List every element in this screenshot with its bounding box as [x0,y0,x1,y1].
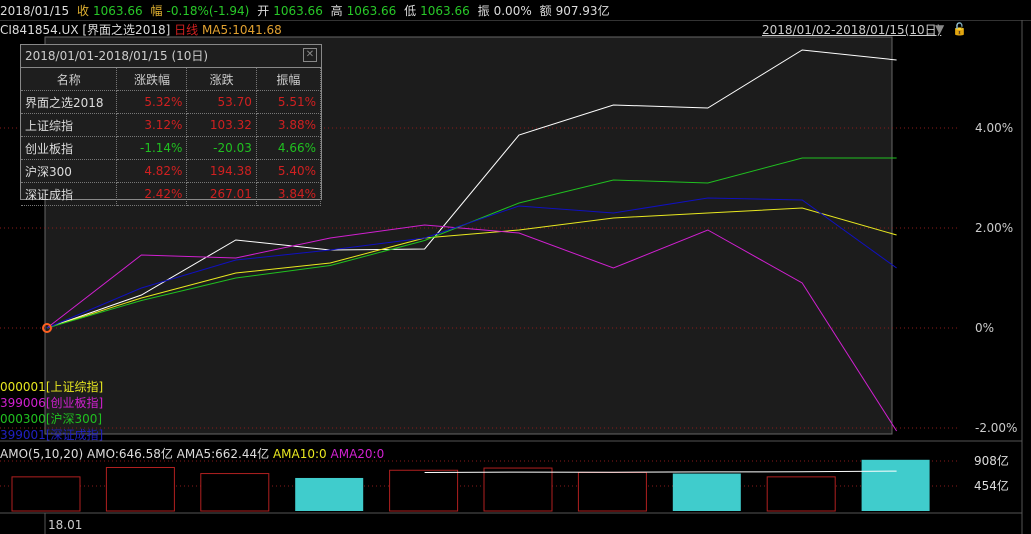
table-cell: 53.70 [186,90,257,114]
volume-bar [11,476,81,512]
table-cell: 3.88% [256,113,322,137]
column-header[interactable]: 涨跌 [186,68,257,91]
volume-tick-label: 908亿 [974,453,1009,468]
y-tick-label: 0% [975,321,994,335]
table-cell: 3.84% [256,182,322,206]
legend-item[interactable]: 000001[上证综指] [0,378,103,395]
row-name: 创业板指 [21,136,118,160]
volume-bar [483,467,553,512]
legend-code: 000300 [0,412,46,426]
table-cell: 4.82% [116,159,188,183]
table-row[interactable]: 界面之选2018 5.32% 53.70 5.51% [21,90,322,114]
legend-item[interactable]: 399006[创业板指] [0,394,103,411]
table-cell: 5.51% [256,90,322,114]
ama5-value: AMA5:662.44亿 [176,447,270,461]
amo-value: AMO:646.58亿 [87,447,173,461]
x-axis-label: 18.01 [48,518,83,532]
table-cell: 3.12% [116,113,188,137]
ama10-value: AMA10:0 [272,447,327,461]
volume-bar [577,471,647,512]
table-cell: 194.38 [186,159,257,183]
table-cell: 4.66% [256,136,322,160]
close-icon[interactable]: ✕ [303,48,317,62]
table-cell: 267.01 [186,182,257,206]
volume-bar [672,473,741,511]
volume-bar [200,473,270,512]
stats-table: 名称 涨跌幅 涨跌 振幅 界面之选2018 5.32% 53.70 5.51% 上证综指 3.12… [21,68,322,206]
column-header[interactable]: 名称 [21,68,118,91]
y-tick-label: 2.00% [975,221,1013,235]
legend-name: [深证成指] [45,428,104,442]
popup-title: 2018/01/01-2018/01/15 (10日) [21,45,321,68]
volume-bar [389,469,459,512]
table-row[interactable]: 沪深300 4.82% 194.38 5.40% [21,159,322,183]
table-cell: 5.40% [256,159,322,183]
row-name: 界面之选2018 [21,90,118,114]
legend-name: [上证综指] [45,380,104,394]
amo-indicator: AMO(5,10,20) AMO:646.58亿 AMA5:662.44亿 AM… [0,445,384,462]
legend-item[interactable]: 000300[沪深300] [0,410,102,427]
volume-tick-label: 454亿 [974,478,1009,493]
row-name: 深证成指 [21,182,118,206]
table-cell: 103.32 [186,113,257,137]
legend-item[interactable]: 399001[深证成指] [0,426,103,443]
amo-label: AMO(5,10,20) [0,447,84,461]
column-header[interactable]: 振幅 [256,68,322,91]
legend-code: 000001 [0,380,46,394]
table-row[interactable]: 创业板指 -1.14% -20.03 4.66% [21,136,322,160]
table-row[interactable]: 上证综指 3.12% 103.32 3.88% [21,113,322,137]
table-cell: -1.14% [116,136,188,160]
table-cell: 5.32% [116,90,188,114]
row-name: 上证综指 [21,113,118,137]
legend-name: [沪深300] [45,412,103,426]
table-row[interactable]: 深证成指 2.42% 267.01 3.84% [21,182,322,206]
y-tick-label: -2.00% [975,421,1017,435]
row-name: 沪深300 [21,159,118,183]
legend-code: 399001 [0,428,46,442]
volume-bar [766,476,836,512]
ama20-value: AMA20:0 [330,447,385,461]
volume-bar [861,459,930,511]
table-cell: 2.42% [116,182,188,206]
volume-bar [295,477,364,511]
y-tick-label: 4.00% [975,121,1013,135]
table-cell: -20.03 [186,136,257,160]
legend-code: 399006 [0,396,46,410]
volume-bar [105,466,175,512]
stats-popup: 2018/01/01-2018/01/15 (10日) ✕ 名称 涨跌幅 涨跌 振幅界… [20,44,322,206]
legend-name: [创业板指] [45,396,104,410]
column-header[interactable]: 涨跌幅 [116,68,188,91]
